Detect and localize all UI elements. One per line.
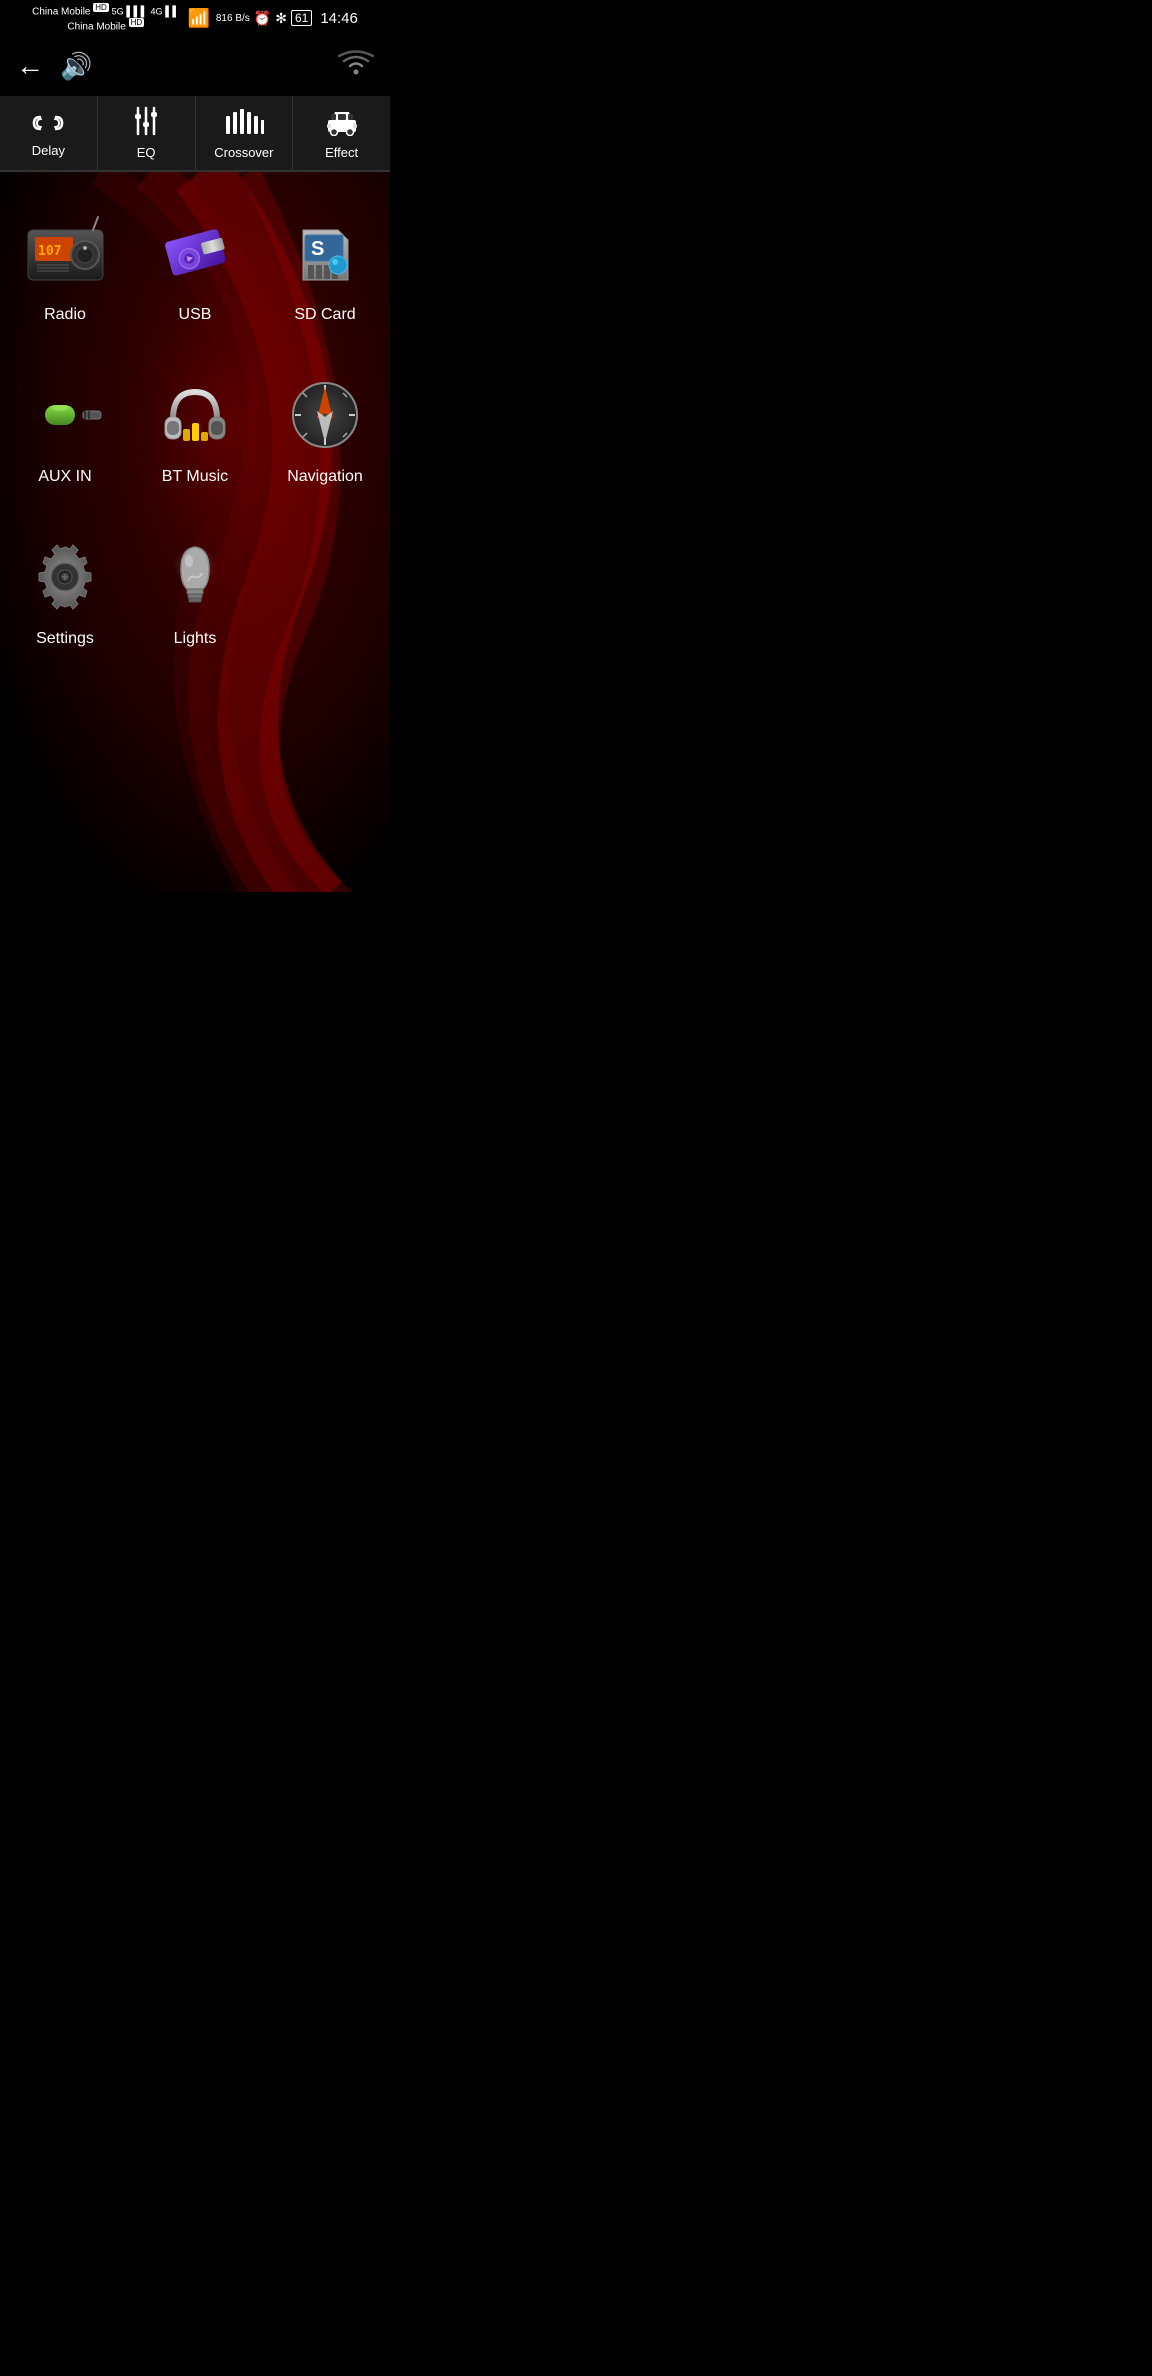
- app-btmusic[interactable]: BT Music: [130, 354, 260, 516]
- battery-level: 61: [295, 11, 308, 25]
- app-usb[interactable]: USB: [130, 192, 260, 354]
- radio-icon: 107: [20, 212, 110, 292]
- usb-icon: [150, 212, 240, 292]
- app-auxin[interactable]: AUX IN: [0, 354, 130, 516]
- tab-eq[interactable]: EQ: [98, 96, 196, 170]
- auxin-label: AUX IN: [38, 468, 91, 486]
- delay-tab-icon: [30, 109, 66, 139]
- app-navigation[interactable]: Navigation: [260, 354, 390, 516]
- eq-tab-icon: [130, 106, 162, 141]
- settings-label: Settings: [36, 630, 94, 648]
- effect-tab-label: Effect: [325, 145, 358, 160]
- tab-delay[interactable]: Delay: [0, 96, 98, 170]
- effect-tab-icon: [324, 106, 360, 141]
- tab-crossover[interactable]: Crossover: [196, 96, 294, 170]
- lights-icon: [150, 536, 240, 616]
- battery-icon: 61: [291, 10, 312, 26]
- delay-tab-label: Delay: [32, 143, 65, 158]
- network-speed: 816 B/s: [216, 13, 250, 24]
- tab-effect[interactable]: Effect: [293, 96, 390, 170]
- app-lights[interactable]: Lights: [130, 516, 260, 678]
- tab-bar: Delay EQ: [0, 96, 390, 172]
- navigation-icon: [280, 374, 370, 454]
- main-content: 107: [0, 172, 390, 892]
- volume-icon[interactable]: 🔊: [60, 51, 92, 82]
- eq-tab-label: EQ: [137, 145, 156, 160]
- sdcard-label: SD Card: [294, 306, 355, 324]
- clock: 14:46: [320, 10, 358, 27]
- bluetooth-icon: ✻: [275, 10, 287, 27]
- settings-icon: [20, 536, 110, 616]
- btmusic-icon: [150, 374, 240, 454]
- radio-label: Radio: [44, 306, 86, 324]
- wifi-icon: 📶: [187, 8, 209, 29]
- app-grid: 107: [0, 172, 390, 698]
- carrier1-name: China Mobile: [32, 6, 90, 17]
- crossover-tab-label: Crossover: [214, 145, 273, 160]
- svg-text:S: S: [311, 238, 324, 260]
- sdcard-icon: S: [280, 212, 370, 292]
- app-settings[interactable]: Settings: [0, 516, 130, 678]
- app-sdcard[interactable]: S SD Card: [260, 192, 390, 354]
- usb-label: USB: [179, 306, 212, 324]
- lights-label: Lights: [174, 630, 217, 648]
- app-radio[interactable]: 107: [0, 192, 130, 354]
- btmusic-label: BT Music: [162, 468, 228, 486]
- carrier2-name: China Mobile: [67, 21, 125, 32]
- top-nav: ← 🔊: [0, 36, 390, 96]
- crossover-tab-icon: [224, 106, 264, 141]
- carrier-info: China Mobile HD 5G ▌▌▌ 4G ▌▌ China Mobil…: [32, 3, 179, 34]
- back-button[interactable]: ←: [16, 50, 44, 82]
- alarm-icon: ⏰: [254, 10, 271, 27]
- svg-text:107: 107: [38, 244, 61, 259]
- nav-left: ← 🔊: [16, 50, 92, 82]
- wifi-status-icon: [338, 49, 374, 84]
- auxin-icon: [20, 374, 110, 454]
- status-bar: China Mobile HD 5G ▌▌▌ 4G ▌▌ China Mobil…: [0, 0, 390, 36]
- navigation-label: Navigation: [287, 468, 363, 486]
